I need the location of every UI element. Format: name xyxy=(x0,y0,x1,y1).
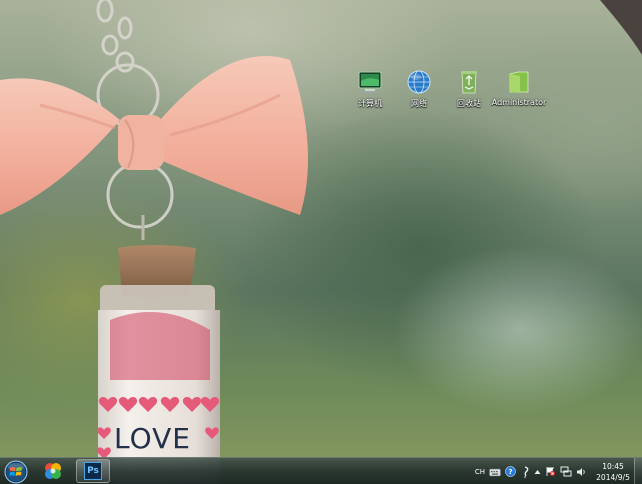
volume-tray[interactable] xyxy=(576,465,587,479)
desktop-icon-administrator[interactable]: Administrator xyxy=(492,69,546,107)
svg-text:?: ? xyxy=(508,468,512,476)
desktop-icon-network[interactable]: 网络 xyxy=(392,69,446,109)
notification-area-icon xyxy=(524,465,529,478)
photoshop-icon: Ps xyxy=(84,462,102,480)
desktop-icon-label: 回收站 xyxy=(457,99,481,108)
show-hidden-icons-arrow xyxy=(534,469,541,474)
desktop-icon-label: 计算机 xyxy=(358,99,382,108)
network-globe-icon xyxy=(407,70,431,94)
desktop-icon-recycle-bin[interactable]: 回收站 xyxy=(442,69,496,109)
desktop-icon-label: Administrator xyxy=(491,98,547,107)
clock-time: 10:45 xyxy=(602,461,624,471)
notification-tray[interactable] xyxy=(520,465,530,479)
language-indicator[interactable]: CH xyxy=(475,465,485,479)
system-tray: CH ? 10:45 2014/9/5 xyxy=(473,458,642,484)
show-desktop-button[interactable] xyxy=(634,458,642,484)
user-folder-icon xyxy=(509,71,529,93)
colorful-app-icon xyxy=(45,463,61,479)
network-status-icon xyxy=(560,466,572,477)
computer-icon xyxy=(358,71,382,93)
recycle-bin-icon xyxy=(461,71,477,94)
clock[interactable]: 10:45 2014/9/5 xyxy=(592,461,634,483)
help-tray[interactable]: ? xyxy=(505,465,516,479)
taskbar-app-colorful[interactable] xyxy=(36,459,70,483)
action-center-flag-icon xyxy=(546,467,555,476)
taskbar: Ps CH ? 10:45 2014/9/5 xyxy=(0,457,642,484)
windows-start-orb-icon xyxy=(4,460,28,484)
keyboard-tray[interactable] xyxy=(489,465,501,479)
taskbar-app-photoshop[interactable]: Ps xyxy=(76,459,110,483)
volume-icon xyxy=(577,467,585,476)
network-tray[interactable] xyxy=(560,465,572,479)
start-button[interactable] xyxy=(3,459,29,484)
wallpaper-love-text: LOVE xyxy=(114,422,191,455)
action-center-tray[interactable] xyxy=(545,465,556,479)
show-hidden-icons-button[interactable] xyxy=(534,465,541,479)
desktop-icon-label: 网络 xyxy=(411,99,427,108)
clock-date: 2014/9/5 xyxy=(596,472,630,482)
help-icon: ? xyxy=(505,466,516,477)
desktop: LOVE 计算机 网络 回收站 Administrator Ps CH ? 10… xyxy=(0,0,642,484)
keyboard-icon xyxy=(489,468,501,476)
desktop-icon-computer[interactable]: 计算机 xyxy=(343,69,397,109)
